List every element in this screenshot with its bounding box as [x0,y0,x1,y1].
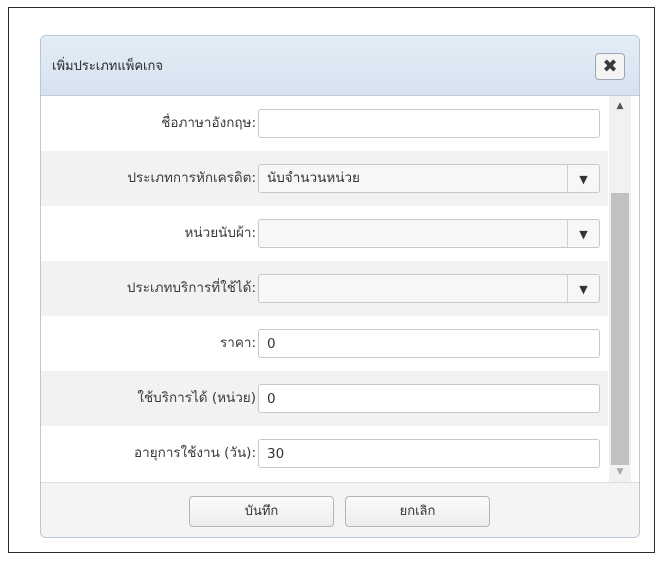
arrow-up-icon[interactable]: ▲ [609,96,631,116]
chevron-down-icon[interactable]: ▼ [567,275,599,302]
price-input[interactable] [258,329,600,358]
chevron-down-icon[interactable]: ▼ [567,220,599,247]
cloth-unit-label: หน่วยนับผ้า: [184,225,256,241]
chevron-down-icon[interactable]: ▼ [567,165,599,192]
dialog-titlebar: เพิ่มประเภทแพ็คเกจ ✖ [41,36,639,96]
usable-units-input[interactable] [258,384,600,413]
form-row-cloth-unit: หน่วยนับผ้า: ▼ [41,206,608,261]
credit-deduction-type-value: นับจำนวนหน่วย [267,170,360,186]
form-row-duration: อายุการใช้งาน (วัน): [41,426,608,481]
arrow-down-icon[interactable]: ▼ [609,462,631,482]
form-row-price: ราคา: [41,316,608,371]
close-button[interactable]: ✖ [595,53,625,80]
duration-label: อายุการใช้งาน (วัน): [134,445,256,461]
price-label: ราคา: [220,335,256,351]
credit-deduction-type-label: ประเภทการหักเครดิต: [127,170,256,186]
add-package-type-dialog: เพิ่มประเภทแพ็คเกจ ✖ ชื่อภาษาอังกฤษ: ประ… [40,35,640,538]
scrollbar-thumb[interactable] [611,193,629,465]
vertical-scrollbar[interactable]: ▲ ▼ [609,96,631,482]
english-name-input[interactable] [258,109,600,138]
dialog-form: ชื่อภาษาอังกฤษ: ประเภทการหักเครดิต: นับจ… [41,96,639,482]
service-type-select[interactable]: ▼ [258,274,600,303]
save-button[interactable]: บันทึก [189,496,334,527]
usable-units-label: ใช้บริการได้ (หน่วย) [137,390,256,406]
duration-input[interactable] [258,439,600,468]
credit-deduction-type-select[interactable]: นับจำนวนหน่วย ▼ [258,164,600,193]
service-type-label: ประเภทบริการที่ใช้ได้: [126,280,256,296]
form-row-usable-units: ใช้บริการได้ (หน่วย) [41,371,608,426]
form-row-credit-deduction-type: ประเภทการหักเครดิต: นับจำนวนหน่วย ▼ [41,151,608,206]
cancel-button[interactable]: ยกเลิก [345,496,490,527]
cloth-unit-select[interactable]: ▼ [258,219,600,248]
close-icon: ✖ [602,56,618,77]
form-row-service-type: ประเภทบริการที่ใช้ได้: ▼ [41,261,608,316]
dialog-footer: บันทึก ยกเลิก [41,482,639,537]
screenshot-frame: เพิ่มประเภทแพ็คเกจ ✖ ชื่อภาษาอังกฤษ: ประ… [8,7,655,553]
dialog-title: เพิ่มประเภทแพ็คเกจ [52,59,163,74]
english-name-label: ชื่อภาษาอังกฤษ: [161,115,256,131]
form-row-english-name: ชื่อภาษาอังกฤษ: [41,96,608,151]
